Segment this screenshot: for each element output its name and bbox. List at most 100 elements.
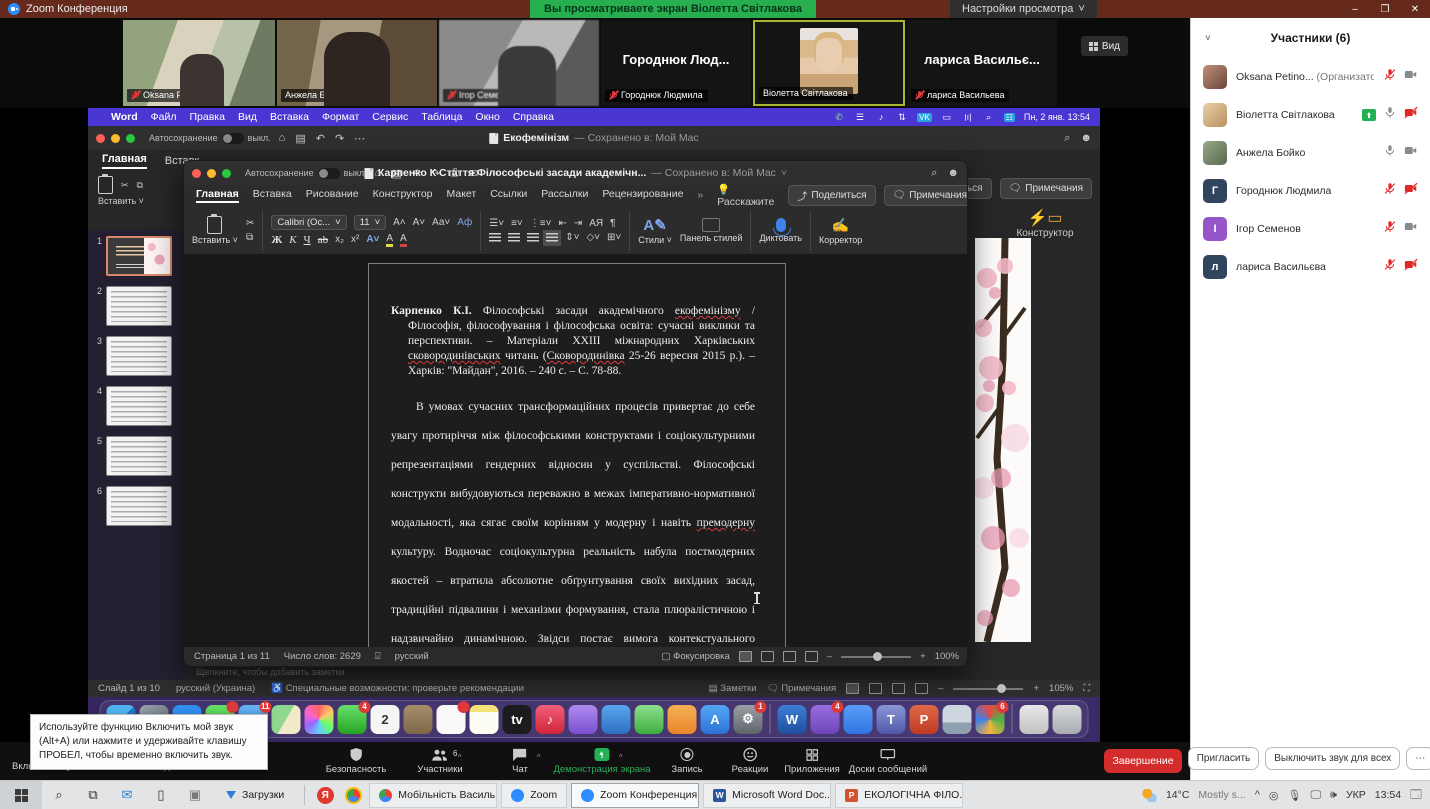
word-tab[interactable]: Ссылки	[490, 188, 527, 203]
ppt-autosave-toggle[interactable]: Автосохранениевыкл.	[149, 133, 271, 144]
powerpoint-icon[interactable]: P	[910, 705, 939, 734]
more-icon[interactable]: ⋯	[352, 132, 367, 145]
pilcrow-button[interactable]: ¶	[610, 218, 615, 229]
cut-button[interactable]: ✂	[246, 218, 254, 229]
taskbar-window-button[interactable]: Zoom Конференция	[571, 783, 699, 808]
ppt-paste-group[interactable]: ✂ ⧉ Вставить ˅	[98, 176, 184, 206]
slide-thumbnail[interactable]: 1	[92, 236, 181, 276]
viber-menubar-icon[interactable]: ✆	[833, 112, 845, 122]
video-tile[interactable]: лариса Васильє... лариса Васильева	[907, 20, 1057, 106]
notes-placeholder[interactable]: Щелкните, чтобы добавить заметки	[196, 667, 345, 677]
zoom-icon[interactable]	[844, 705, 873, 734]
participant-row[interactable]: Віолетта Світлакова	[1191, 96, 1430, 134]
appletv-icon[interactable]: tv	[503, 705, 532, 734]
outline-view-icon[interactable]	[783, 651, 796, 662]
copy-icon[interactable]: ⧉	[137, 180, 143, 191]
control-apps[interactable]: Приложения	[784, 745, 840, 777]
chrome-icon[interactable]	[339, 781, 367, 809]
participant-row[interactable]: Анжела Бойко	[1191, 134, 1430, 172]
mac-menu-item[interactable]: Файл	[151, 111, 177, 123]
close-button[interactable]: ✕	[1400, 0, 1430, 18]
end-meeting-button[interactable]: Завершение	[1104, 749, 1182, 773]
mac-menu-item[interactable]: Вид	[238, 111, 257, 123]
clear-formatting-button[interactable]: Аф	[457, 217, 472, 228]
save-icon[interactable]: ▤	[293, 132, 307, 145]
video-tile[interactable]: Oksana Petinova	[123, 20, 275, 106]
numbering-button[interactable]: ≡˅	[511, 218, 523, 229]
weather-text[interactable]: Mostly s...	[1198, 789, 1245, 801]
wifi-icon[interactable]: 〣	[962, 112, 974, 122]
subscript-button[interactable]: х₂	[335, 234, 344, 245]
control-shield[interactable]: Безопасность	[326, 745, 387, 777]
word-language[interactable]: русский	[395, 651, 429, 662]
copy-button[interactable]: ⧉	[246, 232, 254, 243]
notes-toggle[interactable]: ▤ Заметки	[709, 683, 757, 694]
taskbar-window-button[interactable]: Мобільність Василь...	[369, 783, 497, 808]
task-view-icon[interactable]: ⧉	[76, 781, 110, 809]
participant-row[interactable]: І Ігор Семенов	[1191, 210, 1430, 248]
increase-indent-button[interactable]: ⇥	[574, 218, 582, 229]
slide-thumbnail[interactable]: 2	[92, 286, 181, 326]
normal-view-icon[interactable]	[846, 683, 859, 694]
shading-button[interactable]: ◇˅	[586, 232, 600, 243]
italic-button[interactable]: К	[289, 234, 296, 246]
settings-icon[interactable]: ⚙1	[734, 705, 763, 734]
slideshow-icon[interactable]	[915, 683, 928, 694]
panel-button-0[interactable]: Пригласить	[1188, 747, 1260, 770]
mac-menu-item[interactable]: Правка	[189, 111, 224, 123]
files-icon[interactable]	[1020, 705, 1049, 734]
maps-icon[interactable]	[272, 705, 301, 734]
decrease-indent-button[interactable]: ⇤	[558, 218, 566, 229]
home-icon[interactable]: ⌂	[277, 132, 288, 144]
sort-button[interactable]: АЯ	[589, 218, 603, 229]
comments-toggle[interactable]: 🗨 Примечания	[767, 683, 837, 694]
multilevel-list-button[interactable]: ⋮≡˅	[530, 218, 552, 229]
tell-me-tab[interactable]: 💡 Расскажите	[717, 183, 774, 208]
word-count[interactable]: Число слов: 2629	[284, 651, 361, 662]
control-chat[interactable]: ^ Чат	[512, 745, 528, 777]
hidden-icons-chevron[interactable]: ^	[1255, 789, 1260, 801]
taskbar-word-icon[interactable]: ▣	[178, 781, 212, 809]
facetime-icon[interactable]: 4	[338, 705, 367, 734]
viber-icon[interactable]: 4	[811, 705, 840, 734]
tray-mic-icon[interactable]: 🎙	[1287, 789, 1301, 802]
keynote-icon[interactable]	[602, 705, 631, 734]
ribbon-overflow-icon[interactable]: »	[697, 189, 703, 201]
superscript-button[interactable]: х²	[351, 234, 359, 245]
control-board[interactable]: Доски сообщений	[849, 745, 927, 777]
ppt-tab-0[interactable]: Главная	[102, 153, 147, 169]
search-icon[interactable]: ⌕	[931, 167, 937, 180]
font-color-button[interactable]: А	[400, 233, 407, 247]
taskbar-mail-icon[interactable]: ✉	[110, 781, 144, 809]
keyboard-icon[interactable]: ⇅	[896, 112, 908, 122]
office-installer-icon[interactable]: 6	[976, 705, 1005, 734]
change-case-button[interactable]: Aa˅	[432, 217, 450, 228]
shrink-font-button[interactable]: A˅	[413, 217, 426, 228]
redo-icon[interactable]: ↷	[333, 132, 346, 145]
undo-icon[interactable]: ↶	[314, 132, 327, 145]
yandex-browser-icon[interactable]: Я	[311, 781, 339, 809]
highlight-color-button[interactable]: А	[386, 233, 393, 247]
grow-font-button[interactable]: A˄	[393, 217, 406, 228]
document-area[interactable]: Карпенко К.І. Філософські засади академі…	[184, 254, 968, 647]
bullets-button[interactable]: ☰˅	[489, 218, 504, 229]
page-counter[interactable]: Страница 1 из 11	[194, 651, 270, 662]
align-left-button[interactable]	[489, 233, 501, 243]
podcasts-icon[interactable]	[569, 705, 598, 734]
ppt-zoom-level[interactable]: 105%	[1049, 683, 1073, 694]
word-tab[interactable]: Макет	[447, 188, 477, 203]
calendar-icon[interactable]: 2	[371, 705, 400, 734]
document-page[interactable]: Карпенко К.І. Філософські засади академі…	[368, 263, 786, 647]
word-tab[interactable]: Рецензирование	[602, 188, 683, 203]
notification-center-icon[interactable]: 🗔	[1410, 786, 1422, 805]
notes-icon[interactable]	[470, 705, 499, 734]
weather-temp[interactable]: 14°C	[1166, 789, 1189, 801]
share-user-icon[interactable]: ☻	[947, 167, 959, 180]
font-name-select[interactable]: Calibri (Ос... ˅	[271, 215, 346, 230]
styles-button[interactable]: A✎ Стили ˅	[638, 216, 672, 245]
focus-mode-toggle[interactable]: ▢ Фокусировка	[661, 651, 729, 662]
taskbar-phone-icon[interactable]: ▯	[144, 781, 178, 809]
screenshot-icon[interactable]	[943, 705, 972, 734]
appstore-icon[interactable]: A	[701, 705, 730, 734]
minimize-traffic-light[interactable]	[207, 169, 216, 178]
